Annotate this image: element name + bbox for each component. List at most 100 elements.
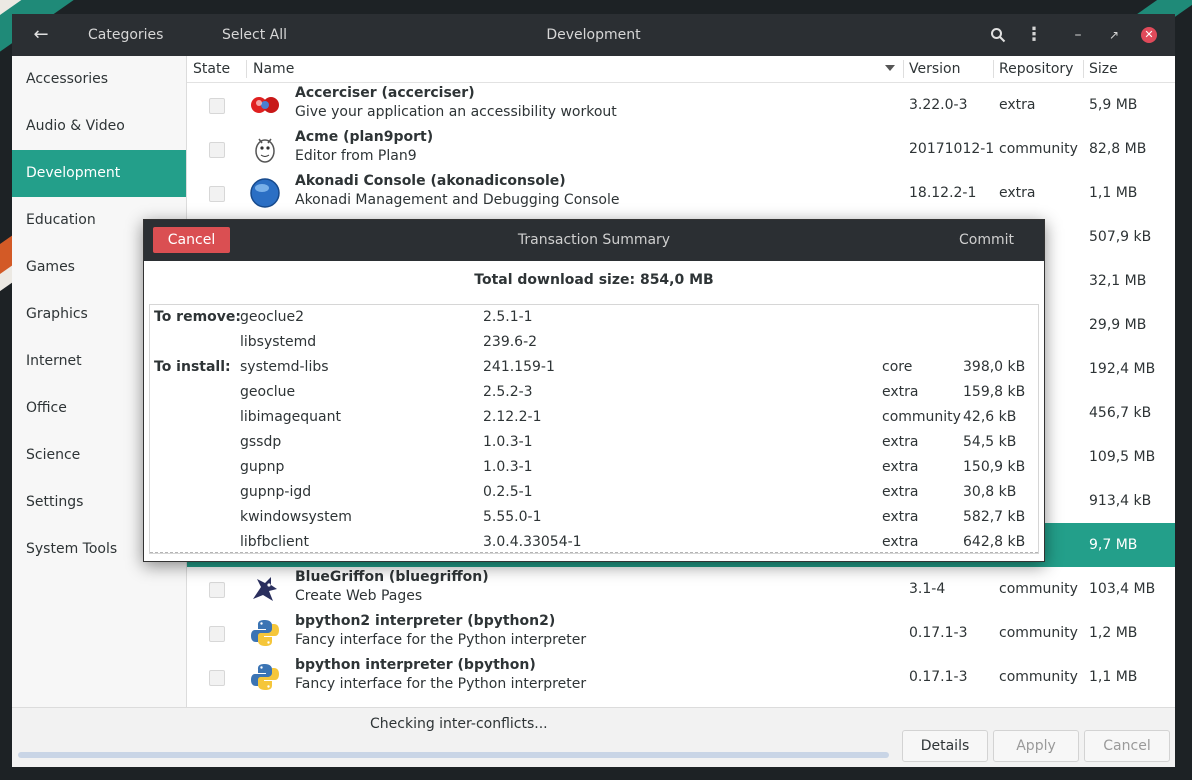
package-repository: community xyxy=(999,625,1078,641)
transaction-summary-dialog: Cancel Transaction Summary Commit Total … xyxy=(143,219,1045,562)
dialog-title: Transaction Summary xyxy=(517,232,671,248)
transaction-list[interactable]: To remove: geoclue2 2.5.1-1 libsystemd 239.6… xyxy=(149,304,1039,554)
column-version[interactable]: Version xyxy=(909,56,960,82)
package-name: Akonadi Console (akonadiconsole) xyxy=(295,173,566,189)
install-checkbox[interactable] xyxy=(209,186,225,202)
package-size: 109,5 MB xyxy=(1089,449,1156,465)
menu-button[interactable]: ⋮ xyxy=(1024,14,1044,56)
install-section-label: To install: xyxy=(154,359,231,375)
status-bar: Checking inter-conflicts... Details Appl… xyxy=(12,707,1175,767)
search-icon xyxy=(991,28,1006,43)
table-row[interactable]: bpython2 interpreter (bpython2) Fancy int… xyxy=(187,611,1175,655)
apply-button[interactable]: Apply xyxy=(993,730,1079,762)
select-all-button[interactable]: Select All xyxy=(222,14,287,56)
column-divider xyxy=(246,60,247,78)
table-row[interactable]: BlueGriffon (bluegriffon) Create Web Page… xyxy=(187,567,1175,611)
install-package-size: 150,9 kB xyxy=(963,459,1026,475)
column-name[interactable]: Name xyxy=(253,56,294,82)
python-icon xyxy=(249,617,281,649)
install-package-name: geoclue xyxy=(240,384,296,400)
package-description: Fancy interface for the Python interpret… xyxy=(295,632,587,648)
maximize-button[interactable]: ↗ xyxy=(1104,14,1124,56)
sidebar-item-development[interactable]: Development xyxy=(12,150,186,197)
transaction-row: gupnp 1.0.3-1 extra 150,9 kB xyxy=(150,455,1038,480)
transaction-row: geoclue 2.5.2-3 extra 159,8 kB xyxy=(150,380,1038,405)
table-row[interactable]: Acme (plan9port) Editor from Plan9 2017101… xyxy=(187,127,1175,171)
back-button[interactable]: ← xyxy=(26,14,56,56)
install-checkbox[interactable] xyxy=(209,670,225,686)
install-package-repository: core xyxy=(882,359,913,375)
column-size[interactable]: Size xyxy=(1089,56,1118,82)
package-repository: extra xyxy=(999,185,1036,201)
package-size: 5,9 MB xyxy=(1089,97,1138,113)
package-version: 0.17.1-3 xyxy=(909,669,968,685)
package-description: Editor from Plan9 xyxy=(295,148,417,164)
cancel-button[interactable]: Cancel xyxy=(1084,730,1170,762)
install-package-name: libimagequant xyxy=(240,409,341,425)
remove-package-name: libsystemd xyxy=(240,334,317,350)
install-package-size: 642,8 kB xyxy=(963,534,1026,550)
install-checkbox[interactable] xyxy=(209,626,225,642)
install-package-version: 0.2.5-1 xyxy=(483,484,533,500)
details-button[interactable]: Details xyxy=(902,730,988,762)
package-description: Give your application an accessibility w… xyxy=(295,104,617,120)
install-package-name: gupnp xyxy=(240,459,285,475)
install-package-size: 582,7 kB xyxy=(963,509,1026,525)
package-size: 1,1 MB xyxy=(1089,669,1138,685)
column-state[interactable]: State xyxy=(193,56,230,82)
python-icon xyxy=(249,661,281,693)
sidebar-item-accessories[interactable]: Accessories xyxy=(12,56,186,103)
search-button[interactable] xyxy=(987,14,1009,56)
install-package-repository: extra xyxy=(882,384,919,400)
package-version: 20171012-1 xyxy=(909,141,995,157)
install-package-version: 2.12.2-1 xyxy=(483,409,542,425)
install-checkbox[interactable] xyxy=(209,98,225,114)
package-repository: community xyxy=(999,581,1078,597)
package-description: Akonadi Management and Debugging Console xyxy=(295,192,620,208)
install-package-size: 30,8 kB xyxy=(963,484,1017,500)
sidebar-item-audio-video[interactable]: Audio & Video xyxy=(12,103,186,150)
package-size: 32,1 MB xyxy=(1089,273,1147,289)
transaction-row: To install: systemd-libs 241.159-1 core 398,… xyxy=(150,355,1038,380)
close-button[interactable]: ✕ xyxy=(1141,27,1157,43)
transaction-row: gupnp-igd 0.2.5-1 extra 30,8 kB xyxy=(150,480,1038,505)
install-package-repository: extra xyxy=(882,484,919,500)
dialog-cancel-button[interactable]: Cancel xyxy=(153,227,230,253)
package-version: 18.12.2-1 xyxy=(909,185,977,201)
package-size: 9,7 MB xyxy=(1089,537,1138,553)
headerbar: ← Categories Select All Development ⋮ – … xyxy=(12,14,1175,56)
transaction-row: libfbclient 3.0.4.33054-1 extra 642,8 kB xyxy=(150,530,1038,553)
package-name: BlueGriffon (bluegriffon) xyxy=(295,569,489,585)
acme-icon xyxy=(249,133,281,165)
install-package-version: 1.0.3-1 xyxy=(483,434,533,450)
package-size: 913,4 kB xyxy=(1089,493,1152,509)
install-package-size: 42,6 kB xyxy=(963,409,1017,425)
column-divider xyxy=(993,60,994,78)
akonadi-icon xyxy=(249,177,281,209)
package-size: 507,9 kB xyxy=(1089,229,1152,245)
commit-button[interactable]: Commit xyxy=(959,220,1014,261)
package-description: Fancy interface for the Python interpret… xyxy=(295,676,587,692)
package-repository: community xyxy=(999,669,1078,685)
categories-button[interactable]: Categories xyxy=(88,14,163,56)
install-package-version: 241.159-1 xyxy=(483,359,555,375)
column-repository[interactable]: Repository xyxy=(999,56,1073,82)
transaction-row: To remove: geoclue2 2.5.1-1 xyxy=(150,305,1038,330)
remove-package-name: geoclue2 xyxy=(240,309,305,325)
accerciser-icon xyxy=(249,89,281,121)
install-checkbox[interactable] xyxy=(209,142,225,158)
install-checkbox[interactable] xyxy=(209,582,225,598)
minimize-button[interactable]: – xyxy=(1068,14,1088,56)
table-row[interactable]: Accerciser (accerciser) Give your applica… xyxy=(187,83,1175,127)
install-package-repository: extra xyxy=(882,509,919,525)
package-version: 3.22.0-3 xyxy=(909,97,968,113)
install-package-name: kwindowsystem xyxy=(240,509,352,525)
table-row[interactable]: bpython interpreter (bpython) Fancy inter… xyxy=(187,655,1175,699)
list-divider xyxy=(150,552,1038,553)
package-size: 82,8 MB xyxy=(1089,141,1147,157)
package-size: 456,7 kB xyxy=(1089,405,1152,421)
package-repository: community xyxy=(999,141,1078,157)
table-row[interactable]: Akonadi Console (akonadiconsole) Akonadi … xyxy=(187,171,1175,215)
sort-descending-icon[interactable] xyxy=(885,65,895,71)
package-size: 103,4 MB xyxy=(1089,581,1156,597)
